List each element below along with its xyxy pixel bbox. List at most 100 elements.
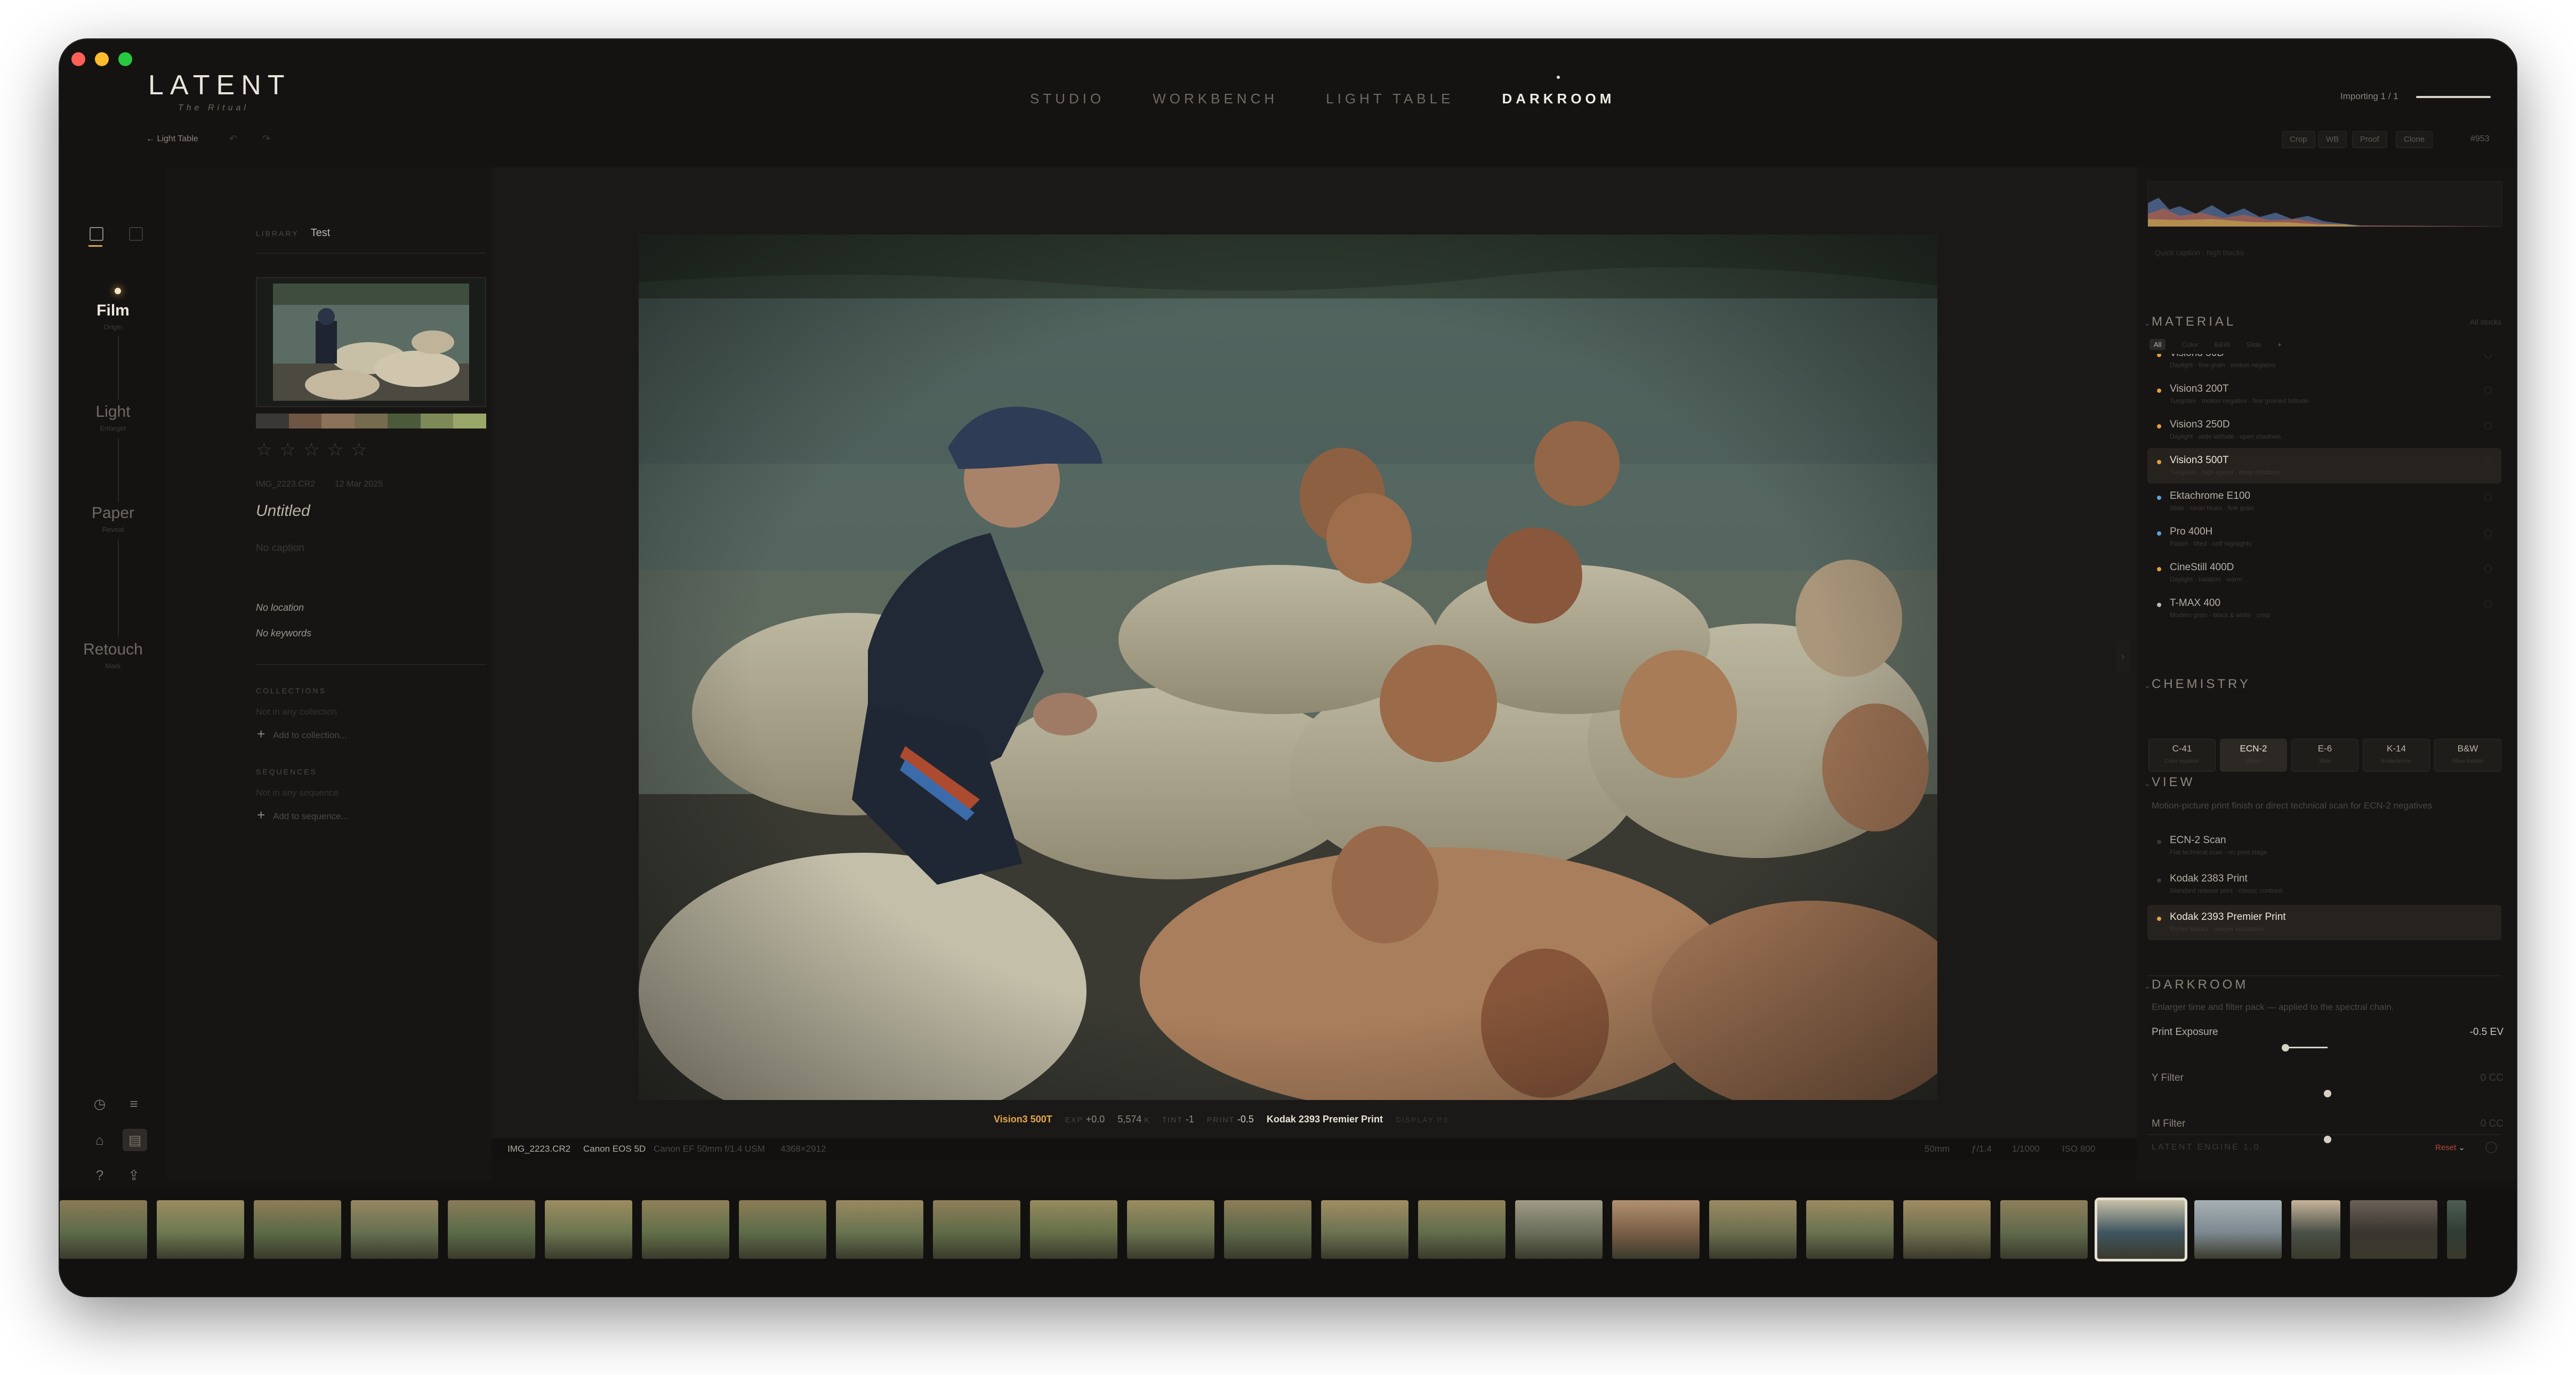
filmstrip-toggle-icon[interactable]: ▤ xyxy=(123,1129,147,1151)
filmstrip-thumbnail[interactable] xyxy=(1612,1200,1700,1259)
tab-workbench[interactable]: WORKBENCH xyxy=(1153,91,1278,107)
favorite-icon[interactable] xyxy=(2484,354,2492,358)
slider-track[interactable] xyxy=(2152,1044,2503,1052)
view-option[interactable]: Kodak 2393 Premier Print Richer blacks ·… xyxy=(2147,905,2501,940)
view-option[interactable]: ECN-2 Scan Flat technical scan · no prin… xyxy=(2147,828,2501,863)
filmstrip-thumbnail[interactable] xyxy=(351,1200,438,1259)
proof-button[interactable]: Proof xyxy=(2352,131,2387,148)
zoom-window-button[interactable] xyxy=(118,52,132,66)
favorite-icon[interactable] xyxy=(2484,422,2492,430)
tab-light-table[interactable]: LIGHT TABLE xyxy=(1326,91,1454,107)
filmstrip-thumbnail[interactable] xyxy=(2447,1200,2466,1259)
close-window-button[interactable] xyxy=(71,52,85,66)
favorite-icon[interactable] xyxy=(2484,529,2492,537)
crop-button[interactable]: Crop xyxy=(2282,131,2315,148)
slider-value[interactable]: 0 CC xyxy=(2481,1072,2503,1084)
tab-studio[interactable]: STUDIO xyxy=(1030,91,1105,107)
single-view-icon[interactable] xyxy=(90,227,103,241)
film-stock-item[interactable]: Ektachrome E100 Slide · clean blues · fi… xyxy=(2147,484,2501,519)
process-option[interactable]: K-14 Kodachrome xyxy=(2363,739,2430,772)
plus-icon[interactable]: + xyxy=(257,807,265,823)
material-chevron-icon[interactable]: ⌄ xyxy=(2144,319,2151,328)
slider-knob[interactable] xyxy=(2324,1136,2331,1143)
reset-button[interactable]: Reset ⌄ xyxy=(2435,1143,2465,1152)
undo-icon[interactable]: ↶ xyxy=(229,133,237,144)
film-stock-item[interactable]: Vision3 200T Tungsten · motion negative … xyxy=(2147,377,2501,412)
filmstrip-thumbnail[interactable] xyxy=(1806,1200,1894,1259)
wb-button[interactable]: WB xyxy=(2318,131,2347,148)
help-icon[interactable]: ? xyxy=(91,1166,109,1184)
filmstrip-thumbnail[interactable] xyxy=(642,1200,729,1259)
filmstrip-thumbnail[interactable] xyxy=(2095,1198,2187,1261)
filmstrip-thumbnail[interactable] xyxy=(60,1200,147,1259)
process-option[interactable]: E-6 Slide xyxy=(2291,739,2358,772)
chemistry-chevron-icon[interactable]: ⌄ xyxy=(2144,681,2151,690)
filmstrip-thumbnail[interactable] xyxy=(157,1200,244,1259)
filmstrip-thumbnail[interactable] xyxy=(1709,1200,1797,1259)
star-icon[interactable]: ☆ xyxy=(351,440,374,460)
caption-paper[interactable]: Kodak 2393 Premier Print xyxy=(1267,1114,1383,1125)
tag-icon[interactable]: ⌂ xyxy=(91,1131,109,1149)
filmstrip-thumbnail[interactable] xyxy=(739,1200,826,1259)
favorite-icon[interactable] xyxy=(2484,458,2492,465)
favorite-icon[interactable] xyxy=(2484,386,2492,394)
filter-all[interactable]: All xyxy=(2150,339,2166,350)
add-to-sequence-link[interactable]: Add to sequence... xyxy=(273,811,349,822)
filmstrip-thumbnail[interactable] xyxy=(2350,1200,2437,1259)
current-image-thumbnail[interactable] xyxy=(256,277,486,407)
settings-icon[interactable] xyxy=(2485,1142,2497,1153)
process-option[interactable]: ECN-2 Motion xyxy=(2220,739,2287,772)
filmstrip-thumbnail[interactable] xyxy=(254,1200,341,1259)
darkroom-title[interactable]: DARKROOM xyxy=(2152,977,2248,992)
stage-film[interactable]: Film Origin xyxy=(60,302,166,331)
history-icon[interactable]: ◷ xyxy=(91,1095,109,1113)
filmstrip-thumbnail[interactable] xyxy=(545,1200,632,1259)
filmstrip-thumbnail[interactable] xyxy=(1418,1200,1506,1259)
filmstrip-thumbnail[interactable] xyxy=(2194,1200,2282,1259)
view-chevron-icon[interactable]: ⌄ xyxy=(2144,779,2151,788)
view-title[interactable]: VIEW xyxy=(2152,775,2195,790)
star-icon[interactable]: ☆ xyxy=(327,440,350,460)
filter-color[interactable]: Color xyxy=(2181,339,2198,350)
adjustments-list-icon[interactable]: ≡ xyxy=(125,1095,143,1113)
star-icon[interactable]: ☆ xyxy=(303,440,327,460)
favorite-icon[interactable] xyxy=(2484,494,2492,501)
tab-darkroom[interactable]: DARKROOM xyxy=(1502,76,1615,107)
film-stock-item[interactable]: Vision3 500T Tungsten · high speed · dee… xyxy=(2147,448,2501,483)
redo-icon[interactable]: ↷ xyxy=(262,133,270,144)
filmstrip-thumbnail[interactable] xyxy=(2291,1200,2340,1259)
filmstrip-thumbnail[interactable] xyxy=(1224,1200,1311,1259)
slider-track[interactable] xyxy=(2152,1090,2503,1097)
process-option[interactable]: C-41 Color negative xyxy=(2148,739,2216,772)
material-title[interactable]: MATERIAL xyxy=(2152,314,2236,329)
grid-view-icon[interactable] xyxy=(129,227,143,241)
image-title[interactable]: Untitled xyxy=(256,502,310,520)
favorite-icon[interactable] xyxy=(2484,565,2492,572)
stage-paper[interactable]: Paper Reveal xyxy=(60,504,166,533)
filmstrip-thumbnail[interactable] xyxy=(1127,1200,1214,1259)
filmstrip-thumbnail[interactable] xyxy=(1515,1200,1603,1259)
library-name[interactable]: Test xyxy=(311,227,331,239)
star-icon[interactable]: ☆ xyxy=(279,440,303,460)
share-icon[interactable]: ⇪ xyxy=(125,1166,143,1184)
stage-retouch[interactable]: Retouch Mark xyxy=(60,641,166,670)
filmstrip-thumbnail[interactable] xyxy=(1030,1200,1117,1259)
stage-light[interactable]: Light Enlarger xyxy=(60,403,166,432)
slider-knob[interactable] xyxy=(2281,1044,2289,1052)
caption-film-stock[interactable]: Vision3 500T xyxy=(994,1114,1052,1125)
filmstrip-thumbnail[interactable] xyxy=(933,1200,1020,1259)
filter-add[interactable]: + xyxy=(2277,339,2282,350)
image-caption[interactable]: No caption xyxy=(256,543,304,554)
plus-icon[interactable]: + xyxy=(257,726,265,742)
film-stock-item[interactable]: Vision3 50D Daylight · fine grain · moti… xyxy=(2147,354,2501,376)
back-to-light-table-link[interactable]: ← Light Table xyxy=(146,134,198,144)
slider-value[interactable]: 0 CC xyxy=(2481,1118,2503,1130)
slider-value[interactable]: -0.5 EV xyxy=(2470,1026,2503,1038)
darkroom-chevron-icon[interactable]: ⌄ xyxy=(2144,982,2151,991)
slider-knob[interactable] xyxy=(2324,1090,2331,1097)
image-keywords[interactable]: No keywords xyxy=(256,628,311,639)
view-option[interactable]: Kodak 2383 Print Standard release print … xyxy=(2147,867,2501,902)
filter-bw[interactable]: B&W xyxy=(2215,339,2231,350)
collapse-panel-chevron-icon[interactable]: › xyxy=(2116,641,2129,673)
film-stock-item[interactable]: T-MAX 400 Modern grain · black & white ·… xyxy=(2147,591,2501,626)
